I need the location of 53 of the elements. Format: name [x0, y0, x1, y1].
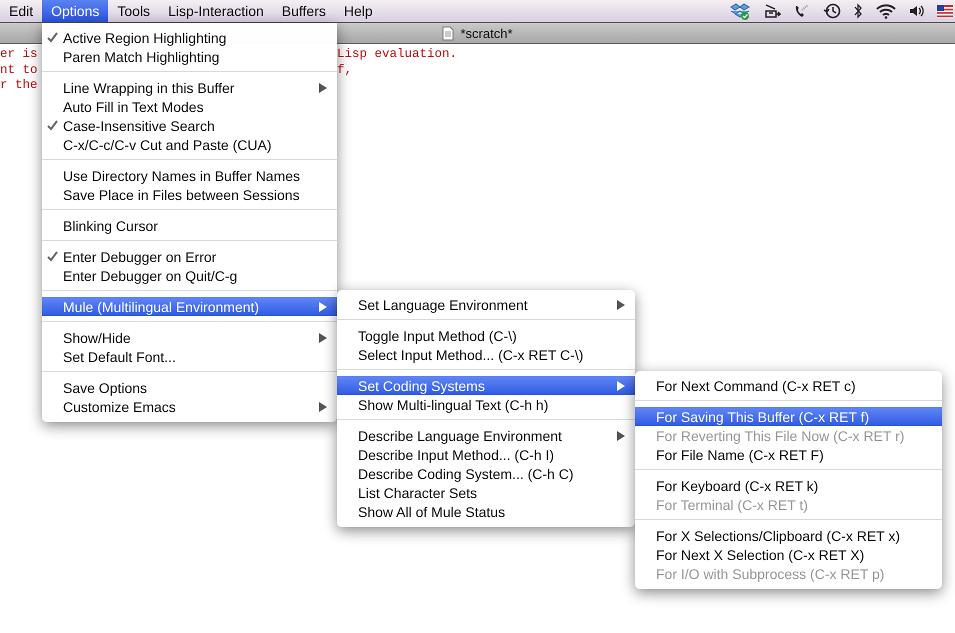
menu-item[interactable]: Describe Language Environment	[337, 426, 635, 445]
menu-item[interactable]: Auto Fill in Text Modes	[42, 97, 337, 116]
menu-item[interactable]: Customize Emacs	[42, 397, 337, 416]
menu-item[interactable]: For Next Command (C-x RET c)	[635, 376, 942, 395]
document-icon	[442, 26, 454, 40]
menu-item[interactable]: Describe Coding System... (C-h C)	[337, 464, 635, 483]
menu-item[interactable]: List Character Sets	[337, 483, 635, 502]
menu-item[interactable]: Show Multi-lingual Text (C-h h)	[337, 395, 635, 414]
bluetooth-icon[interactable]	[853, 3, 863, 19]
code-text: nt to	[0, 62, 38, 78]
menu-item[interactable]: Active Region Highlighting	[42, 28, 337, 47]
speaker-icon[interactable]	[909, 3, 925, 19]
window-title: *scratch*	[460, 26, 513, 40]
menu-bar-item[interactable]: Lisp-Interaction	[159, 0, 273, 22]
code-text: r the	[0, 78, 38, 94]
code-text: f,	[337, 62, 352, 76]
wifi-icon[interactable]	[875, 3, 897, 19]
menu-item[interactable]: For Keyboard (C-x RET k)	[635, 476, 942, 495]
menu-item[interactable]: Show All of Mule Status	[337, 502, 635, 521]
menu-item[interactable]: Describe Input Method... (C-h I)	[337, 445, 635, 464]
menu-bar-item[interactable]: Options	[42, 0, 108, 22]
menu-item[interactable]: For Next X Selection (C-x RET X)	[635, 545, 942, 564]
box-icon[interactable]	[729, 2, 751, 20]
code-text: er is	[0, 47, 38, 62]
menu-item[interactable]: Paren Match Highlighting	[42, 47, 337, 66]
menu-item[interactable]: Set Language Environment	[337, 295, 635, 314]
menu-item[interactable]: Select Input Method... (C-x RET C-\)	[337, 345, 635, 364]
menu-bar-item[interactable]: Tools	[108, 0, 160, 22]
menu-item[interactable]: Show/Hide	[42, 328, 337, 347]
phone-icon[interactable]	[793, 3, 811, 19]
menu-item[interactable]: Save Options	[42, 378, 337, 397]
menu-item[interactable]: For X Selections/Clipboard (C-x RET x)	[635, 526, 942, 545]
menu-bar-item[interactable]: Help	[334, 0, 382, 22]
clock-icon[interactable]	[823, 2, 841, 20]
menu-item[interactable]: Enter Debugger on Quit/C-g	[42, 266, 337, 285]
tray-icon[interactable]	[763, 3, 781, 19]
menu-bar-item[interactable]: Edit	[0, 0, 42, 22]
menu-item[interactable]: Set Default Font...	[42, 347, 337, 366]
menu-item[interactable]: For File Name (C-x RET F)	[635, 445, 942, 464]
menu-item[interactable]: Line Wrapping in this Buffer	[42, 78, 337, 97]
menu-item[interactable]: Enter Debugger on Error	[42, 247, 337, 266]
menu-item[interactable]: Case-Insensitive Search	[42, 116, 337, 135]
menu-item[interactable]: Blinking Cursor	[42, 216, 337, 235]
menu-item[interactable]: Mule (Multilingual Environment)	[42, 297, 337, 316]
menu-item[interactable]: Save Place in Files between Sessions	[42, 185, 337, 204]
menu-item[interactable]: Use Directory Names in Buffer Names	[42, 166, 337, 185]
menu-item[interactable]: C-x/C-c/C-v Cut and Paste (CUA)	[42, 135, 337, 154]
code-text: Lisp evaluation.	[337, 47, 458, 61]
menu-bar-item[interactable]: Buffers	[272, 0, 335, 22]
menu-item[interactable]: Toggle Input Method (C-\)	[337, 326, 635, 345]
menu-item[interactable]: Set Coding Systems	[337, 376, 635, 395]
menu-item[interactable]: For Saving This Buffer (C-x RET f)	[635, 407, 942, 426]
flag-icon[interactable]	[937, 5, 953, 17]
